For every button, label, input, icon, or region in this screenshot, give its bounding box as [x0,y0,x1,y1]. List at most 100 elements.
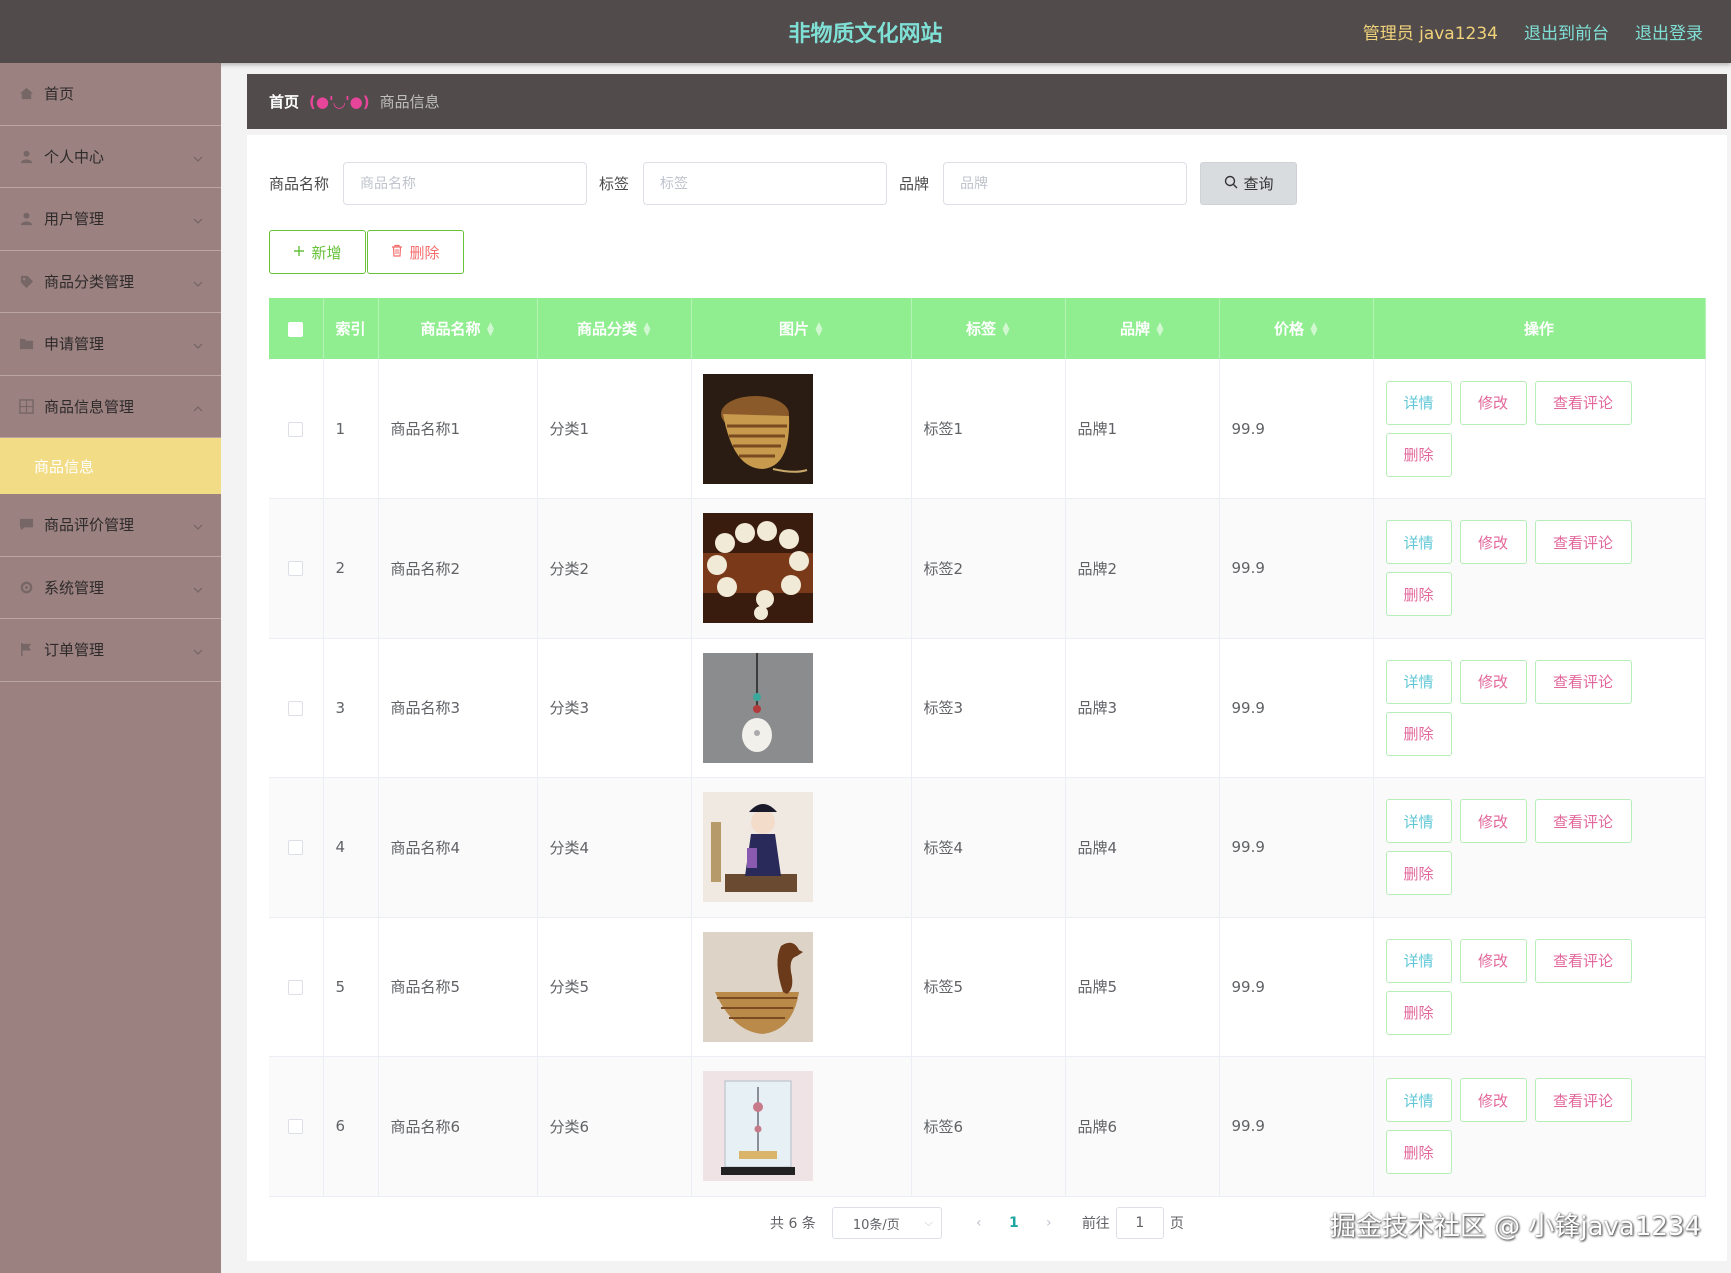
column-header-name-label: 商品名称 [420,320,481,338]
cell-name: 商品名称3 [378,638,538,778]
delete-button[interactable]: 删除 [1385,1130,1452,1175]
name-search-input[interactable] [343,162,588,205]
row-checkbox[interactable] [288,1119,304,1135]
cell-index: 4 [323,777,379,918]
view-comments-button[interactable]: 查看评论 [1534,938,1632,983]
product-table: 索引 商品名称 ▲ ▼ 商品分类 ▲ ▼ 图片 ▲ ▼ 标签 ▲ ▼ 品牌 ▲ ▼ 价格 ▲ ▼ 操作 … [269,298,1706,1197]
view-comments-button[interactable]: 查看评论 [1534,659,1632,704]
front-link[interactable]: 退出到前台 [1524,19,1609,44]
view-comments-button[interactable]: 查看评论 [1534,380,1632,425]
edit-button[interactable]: 修改 [1459,938,1527,983]
chevron-down-icon [193,275,203,293]
row-checkbox[interactable] [288,700,304,716]
detail-button[interactable]: 详情 [1385,938,1452,983]
product-image [702,652,911,763]
row-checkbox[interactable] [288,421,304,437]
prev-page-button[interactable]: ‹ [964,1215,994,1231]
delete-button-label: 删除 [409,243,440,262]
sidebar-item-category-management[interactable]: 商品分类管理 [0,251,221,313]
delete-button[interactable]: 删除 [1385,711,1452,756]
edit-button[interactable]: 修改 [1459,520,1527,565]
table-header-row: 索引 商品名称 ▲ ▼ 商品分类 ▲ ▼ 图片 ▲ ▼ 标签 ▲ ▼ 品牌 ▲ ▼ 价格 ▲ ▼ 操作 [269,298,1706,359]
row-actions: 详情 修改 查看评论删除 [1385,1076,1636,1176]
cell-actions: 详情 修改 查看评论删除 [1373,498,1706,639]
cell-index: 5 [323,917,379,1057]
cell-name: 商品名称1 [378,359,538,499]
page-number-1[interactable]: 1 [994,1215,1034,1231]
goto-page-input[interactable] [1115,1207,1164,1239]
content-panel: 商品名称 标签 品牌 查询 新增 删除 索引 [247,135,1727,1261]
query-button[interactable]: 查询 [1200,162,1298,205]
delete-button[interactable]: 删除 [1385,432,1452,477]
page-size-select[interactable]: 10条/页 ⌵ [831,1207,942,1239]
next-page-button[interactable]: › [1034,1215,1064,1231]
logout-link[interactable]: 退出登录 [1635,19,1703,44]
cell-tag: 标签6 [911,1056,1066,1197]
detail-button[interactable]: 详情 [1385,380,1452,425]
row-actions: 详情 修改 查看评论删除 [1385,379,1636,479]
row-actions: 详情 修改 查看评论删除 [1385,797,1636,897]
chevron-down-icon [193,212,203,230]
cell-name: 商品名称6 [378,1056,538,1197]
detail-button[interactable]: 详情 [1385,799,1452,844]
select-all-checkbox[interactable] [288,321,304,337]
delete-button[interactable]: 删除 [1385,990,1452,1035]
sidebar-item-label: 个人中心 [44,147,105,166]
sidebar-item-review-management[interactable]: 商品评价管理 [0,494,221,557]
edit-button[interactable]: 修改 [1459,380,1527,425]
delete-button[interactable]: 删除 [1385,572,1452,617]
action-row: 新增 删除 [269,230,464,274]
detail-button[interactable]: 详情 [1385,659,1452,704]
pagination: 共 6 条 10条/页 ⌵ ‹ 1 › 前往 页 [770,1207,1184,1239]
watermark: 掘金技术社区 @ 小锋java1234 [1329,1212,1701,1242]
sidebar-item-application-management[interactable]: 申请管理 [0,313,221,376]
delete-button[interactable]: 删除 [1385,851,1452,896]
trash-icon [391,243,403,261]
sidebar-item-system-management[interactable]: 系统管理 [0,557,221,619]
grid-icon [18,398,34,414]
view-comments-button[interactable]: 查看评论 [1534,1078,1632,1123]
detail-button[interactable]: 详情 [1385,520,1452,565]
sidebar-subitem-product-info[interactable]: 商品信息 [0,438,221,494]
pagination-total: 共 6 条 [770,1216,816,1232]
sidebar-item-home[interactable]: 首页 [0,63,221,126]
row-checkbox[interactable] [288,561,304,577]
sidebar-item-personal-center[interactable]: 个人中心 [0,126,221,188]
column-header-tag[interactable]: 标签 ▲ ▼ [911,298,1066,359]
cell-index: 2 [323,498,379,639]
table-row: 1 商品名称1 分类1 标签1 品牌1 99.9 详情 修改 查看评论 删除 [269,359,1706,499]
sidebar-item-user-management[interactable]: 用户管理 [0,188,221,251]
sidebar-item-product-management[interactable]: 商品信息管理 [0,376,221,438]
column-header-brand[interactable]: 品牌 ▲ ▼ [1065,298,1220,359]
breadcrumb-home[interactable]: 首页 [269,91,299,112]
sidebar-item-label: 用户管理 [44,210,105,229]
edit-button[interactable]: 修改 [1459,799,1527,844]
plus-icon [293,243,305,261]
cell-category: 分类1 [537,359,692,499]
row-select-cell [269,777,324,918]
search-icon [1224,175,1238,193]
column-header-price[interactable]: 价格 ▲ ▼ [1219,298,1374,359]
table-row: 2 商品名称2 分类2 标签2 品牌2 99.9 详情 修改 查看评论 删除 [269,498,1706,639]
row-checkbox[interactable] [288,840,304,856]
view-comments-button[interactable]: 查看评论 [1534,799,1632,844]
add-button[interactable]: 新增 [269,230,366,274]
sidebar-item-order-management[interactable]: 订单管理 [0,619,221,682]
brand-search-input[interactable] [943,162,1188,205]
row-checkbox[interactable] [288,979,304,995]
cell-image [691,1056,912,1197]
tag-search-input[interactable] [643,162,888,205]
product-image [702,931,911,1042]
batch-delete-button[interactable]: 删除 [367,230,464,274]
column-header-image[interactable]: 图片 ▲ ▼ [691,298,912,359]
edit-button[interactable]: 修改 [1459,1078,1527,1123]
row-select-cell [269,498,324,639]
cell-brand: 品牌4 [1065,777,1220,918]
detail-button[interactable]: 详情 [1385,1078,1452,1123]
view-comments-button[interactable]: 查看评论 [1534,520,1632,565]
flag-icon [18,642,34,658]
column-header-name[interactable]: 商品名称 ▲ ▼ [378,298,538,359]
column-header-category[interactable]: 商品分类 ▲ ▼ [537,298,692,359]
table-row: 5 商品名称5 分类5 标签5 品牌5 99.9 详情 修改 查看评论 删除 [269,917,1706,1057]
edit-button[interactable]: 修改 [1459,659,1527,704]
